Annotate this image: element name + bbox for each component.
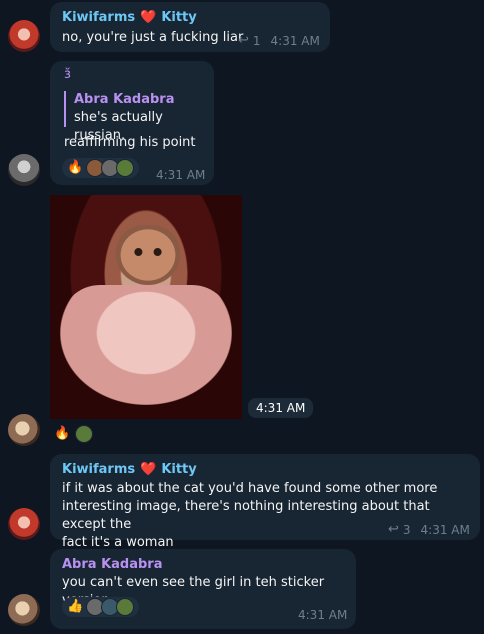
reply-quote[interactable]: Abra Kadabra she's actually russian. — [64, 91, 214, 143]
cat-face-shape — [116, 225, 180, 285]
message-bubble[interactable]: Kiwifarms ❤️ Kitty no, you're just a fuc… — [50, 2, 330, 52]
avatar[interactable] — [8, 154, 40, 186]
sender-name[interactable]: Kiwifarms ❤️ Kitty — [62, 10, 197, 25]
message-text: reaffirming his point — [64, 135, 196, 150]
sender-name-part2: Kitty — [161, 10, 197, 25]
message-time: 4:31 AM — [156, 168, 206, 182]
message-time: 4:31 AM — [270, 33, 320, 48]
message-line: if it was about the cat you'd have found… — [62, 481, 438, 496]
message-text: if it was about the cat you'd have found… — [62, 480, 472, 552]
reply-count[interactable]: 1 — [253, 34, 261, 48]
reaction-fire[interactable]: 🔥 — [62, 158, 140, 178]
hands-shape — [60, 285, 232, 405]
message-text: no, you're just a fucking liar — [62, 30, 244, 45]
image-time: 4:31 AM — [248, 398, 314, 418]
message-bubble[interactable]: Abra Kadabra you can't even see the girl… — [50, 549, 356, 629]
reactor-avatar — [116, 159, 135, 177]
message-time: 4:31 AM — [298, 608, 348, 622]
reply-arrow-icon[interactable]: ↩ — [388, 522, 399, 537]
message-bubble[interactable]: Kiwifarms ❤️ Kitty if it was about the c… — [50, 454, 480, 550]
reactions[interactable]: 🔥 — [54, 425, 94, 443]
reactor-avatar — [116, 598, 135, 616]
sender-name[interactable]: Abra Kadabra — [62, 557, 163, 572]
sender-name-part1: Kiwifarms — [62, 10, 136, 25]
reaction-thumbs-up[interactable]: 👍 — [62, 597, 140, 617]
sender-name-part2: Kitty — [161, 462, 197, 477]
sender-name[interactable]: Kiwifarms ❤️ Kitty — [62, 462, 197, 477]
fire-icon: 🔥 — [67, 160, 84, 175]
message-meta: 4:31 AM — [298, 608, 347, 622]
message-meta: ↩ 3 4:31 AM — [388, 522, 470, 537]
avatar[interactable] — [8, 508, 40, 540]
message-meta: 4:31 AM — [156, 168, 205, 182]
sender-name-part1: Kiwifarms — [62, 462, 136, 477]
heart-icon: ❤️ — [140, 462, 157, 477]
message-bubble[interactable]: ɜ̆ Abra Kadabra she's actually russian. … — [50, 61, 214, 185]
heart-icon: ❤️ — [140, 10, 157, 25]
quote-sender: Abra Kadabra — [74, 92, 175, 107]
reply-count[interactable]: 3 — [403, 523, 411, 537]
avatar[interactable] — [8, 20, 40, 52]
reactor-avatar — [75, 425, 94, 443]
thumbs-up-icon: 👍 — [67, 599, 84, 614]
reply-arrow-icon[interactable]: ↩ — [238, 33, 249, 48]
reactions[interactable]: 🔥 — [62, 158, 140, 178]
message-time: 4:31 AM — [420, 522, 470, 537]
avatar[interactable] — [8, 414, 40, 446]
message-meta: ↩ 1 4:31 AM — [238, 33, 320, 48]
sticker-glyph: ɜ̆ — [64, 67, 71, 82]
fire-icon[interactable]: 🔥 — [54, 426, 70, 442]
reactions[interactable]: 👍 — [62, 597, 140, 617]
avatar[interactable] — [8, 594, 40, 626]
cat-photo[interactable] — [50, 195, 242, 419]
